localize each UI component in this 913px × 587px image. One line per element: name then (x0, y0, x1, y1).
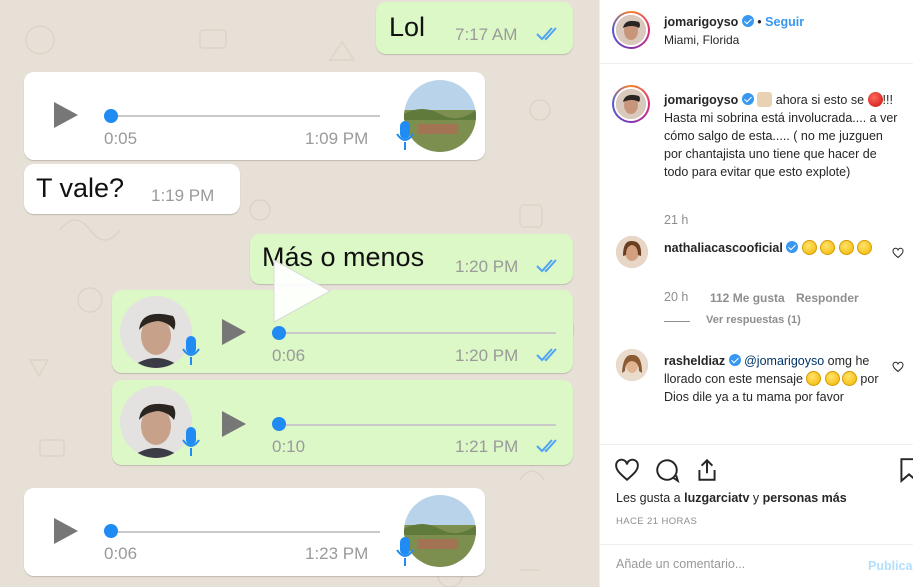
comment-likes[interactable]: 112 Me gusta (710, 291, 785, 305)
view-replies-button[interactable]: Ver respuestas (1) (706, 314, 801, 326)
mic-icon (396, 121, 414, 150)
audio-track[interactable] (110, 115, 380, 117)
instagram-post-panel: jomarigoyso • Seguir Miami, Florida joma… (599, 0, 913, 587)
double-check-icon (536, 259, 557, 273)
video-play-icon[interactable] (268, 258, 334, 324)
likes-mid: y (749, 491, 763, 505)
like-comment-heart-icon[interactable] (892, 361, 904, 373)
chat-screenshot: Lol 7:17 AM 0:05 1:09 PM T vale? 1:19 PM (0, 0, 599, 587)
verified-icon (741, 15, 754, 27)
commenter-username[interactable]: nathaliacascooficial (664, 241, 783, 255)
mic-icon (396, 537, 414, 566)
verified-icon (728, 354, 741, 366)
story-ring[interactable] (612, 11, 650, 49)
message-time: 1:19 PM (151, 186, 215, 205)
audio-track[interactable] (278, 332, 556, 334)
reply-button[interactable]: Responder (796, 291, 859, 305)
message-time: 1:23 PM (305, 544, 369, 563)
tears-of-joy-emoji-icon (841, 371, 857, 386)
message-bubble-outgoing[interactable]: Lol 7:17 AM (376, 2, 573, 54)
share-icon[interactable] (694, 457, 720, 483)
avatar (616, 15, 646, 45)
play-icon[interactable] (54, 102, 78, 128)
like-comment-heart-icon[interactable] (892, 247, 904, 259)
caption-time[interactable]: 21 h (664, 213, 688, 227)
bookmark-icon[interactable] (896, 457, 913, 483)
post-age[interactable]: HACE 21 HORAS (616, 516, 697, 527)
follow-button[interactable]: Seguir (765, 15, 804, 29)
voice-message-incoming[interactable]: 0:06 1:23 PM (24, 488, 485, 576)
likes-others[interactable]: personas más (763, 491, 847, 505)
play-icon[interactable] (222, 319, 246, 345)
audio-duration: 0:10 (272, 437, 306, 456)
message-time: 7:17 AM (455, 25, 518, 44)
audio-track[interactable] (110, 531, 380, 533)
comment-mention[interactable]: @jomarigoyso (744, 354, 824, 368)
play-icon[interactable] (222, 411, 246, 437)
commenter-username[interactable]: rasheldiaz (664, 354, 725, 368)
audio-duration: 0:06 (104, 544, 138, 563)
avatar (616, 89, 646, 119)
tears-of-joy-emoji-icon (806, 371, 822, 386)
message-time: 1:09 PM (305, 129, 369, 148)
caption-username[interactable]: jomarigoyso (664, 93, 738, 107)
commenter-avatar[interactable] (616, 349, 648, 381)
voice-message-outgoing[interactable]: 0:06 1:20 PM (112, 290, 573, 373)
commenter-avatar[interactable] (616, 236, 648, 268)
audio-scrubber[interactable] (104, 524, 118, 538)
tears-of-joy-emoji-icon (824, 371, 840, 386)
caption-text-1: ahora si esto se (772, 93, 868, 107)
message-time: 1:20 PM (455, 346, 519, 365)
audio-scrubber[interactable] (272, 326, 286, 340)
mic-icon (182, 336, 200, 365)
heart-icon[interactable] (614, 457, 640, 483)
replies-divider (664, 321, 690, 322)
bomb-emoji-icon (867, 92, 883, 107)
audio-scrubber[interactable] (104, 109, 118, 123)
verified-icon (786, 241, 799, 253)
message-text: Lol (389, 12, 426, 42)
message-time: 1:21 PM (455, 437, 519, 456)
likes-summary: Les gusta a luzgarciatv y personas más (616, 491, 847, 505)
audio-duration: 0:05 (104, 129, 138, 148)
voice-message-incoming[interactable]: 0:05 1:09 PM (24, 72, 485, 160)
comment-time[interactable]: 20 h (664, 290, 688, 304)
post-caption: jomarigoyso ahora si esto se !!! Hasta m… (664, 91, 900, 181)
publish-button[interactable]: Publica (868, 559, 912, 573)
mic-icon (182, 427, 200, 456)
likes-prefix: Les gusta a (616, 491, 685, 505)
comment-input[interactable] (616, 557, 846, 571)
comment-icon[interactable] (654, 457, 680, 483)
double-check-icon (536, 27, 557, 41)
audio-scrubber[interactable] (272, 417, 286, 431)
message-bubble-incoming[interactable]: T vale? 1:19 PM (24, 164, 240, 214)
laughing-emoji-icon (838, 240, 854, 255)
post-header: jomarigoyso • Seguir Miami, Florida (600, 0, 913, 64)
double-check-icon (536, 348, 557, 362)
play-icon[interactable] (54, 518, 78, 544)
post-location[interactable]: Miami, Florida (664, 33, 739, 47)
verified-icon (741, 93, 754, 105)
audio-track[interactable] (278, 424, 556, 426)
person-emoji-icon (757, 92, 773, 107)
double-check-icon (536, 439, 557, 453)
laughing-emoji-icon (857, 240, 873, 255)
author-username[interactable]: jomarigoyso (664, 15, 738, 29)
message-time: 1:20 PM (455, 257, 519, 276)
message-text: T vale? (36, 173, 125, 203)
laughing-emoji-icon (801, 240, 817, 255)
likes-user[interactable]: luzgarciatv (684, 491, 749, 505)
laughing-emoji-icon (820, 240, 836, 255)
comment-form: Publica (600, 544, 913, 587)
voice-message-outgoing[interactable]: 0:10 1:21 PM (112, 380, 573, 465)
audio-duration: 0:06 (272, 346, 306, 365)
story-ring[interactable] (612, 85, 650, 123)
